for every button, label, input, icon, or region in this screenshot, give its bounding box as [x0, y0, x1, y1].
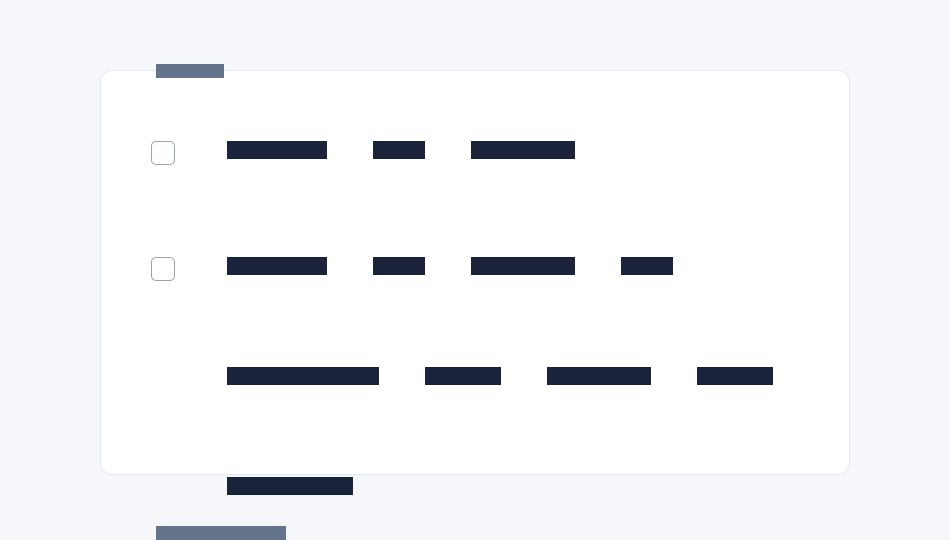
redacted-word — [227, 477, 353, 495]
section-label — [156, 526, 286, 540]
redacted-word — [621, 257, 673, 275]
redacted-word — [373, 141, 425, 159]
options-card — [100, 70, 850, 475]
redacted-word — [227, 141, 327, 159]
redacted-word — [697, 367, 773, 385]
option-1-text — [227, 131, 799, 159]
redacted-word — [547, 367, 651, 385]
option-1-checkbox[interactable] — [151, 141, 175, 165]
redacted-word — [373, 257, 425, 275]
redacted-word — [227, 257, 327, 275]
tab-label[interactable] — [156, 64, 224, 78]
option-row-2 — [151, 247, 799, 495]
redacted-word — [227, 367, 379, 385]
option-2-checkbox[interactable] — [151, 257, 175, 281]
redacted-word — [471, 257, 575, 275]
redacted-word — [471, 141, 575, 159]
option-2-text — [227, 247, 799, 495]
option-row-1 — [151, 131, 799, 165]
redacted-word — [425, 367, 501, 385]
